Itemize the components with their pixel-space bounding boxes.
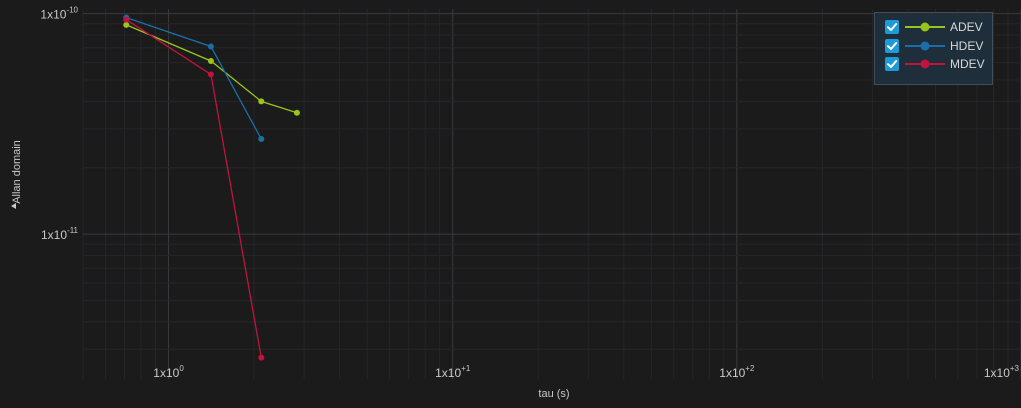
series-line: [125, 19, 262, 358]
series-layer: [123, 14, 300, 361]
tick-label: 1x10-11: [41, 226, 79, 242]
data-point[interactable]: [258, 135, 265, 142]
data-point[interactable]: [207, 57, 214, 64]
data-point[interactable]: [293, 109, 300, 116]
data-point[interactable]: [207, 71, 214, 78]
tick-label: 1x100: [153, 364, 184, 380]
series-hdev: [123, 14, 265, 142]
legend-label: ADEV: [950, 20, 983, 35]
x-axis-title: tau (s): [538, 388, 569, 400]
data-point[interactable]: [123, 16, 130, 23]
series-line: [126, 24, 298, 114]
legend: ADEV HDEV MDEV: [874, 12, 993, 85]
tick-label: 1x10-10: [40, 6, 78, 22]
legend-item-mdev[interactable]: MDEV: [885, 55, 992, 74]
tick-label: 1x10+2: [719, 364, 755, 380]
legend-label: HDEV: [950, 38, 984, 53]
series-line: [126, 16, 262, 140]
allan-deviation-chart: 1x100 1x10+1 1x10+2 1x10+3 1x10-10 1x10-11 ta…: [0, 0, 1021, 408]
line-marker-icon: [905, 22, 945, 32]
tick-label: 1x10+1: [435, 364, 471, 380]
series-mdev: [123, 16, 265, 361]
line-marker-icon: [905, 41, 945, 51]
data-point[interactable]: [258, 354, 265, 361]
plot-area: 1x100 1x10+1 1x10+2 1x10+3 1x10-10 1x10-11 ta…: [11, 6, 1021, 400]
tick-label: 1x10+3: [984, 364, 1020, 380]
line-marker-icon: [905, 59, 945, 69]
legend-item-adev[interactable]: ADEV: [885, 18, 992, 37]
checkbox-checked-icon[interactable]: [885, 20, 899, 35]
y-axis-title[interactable]: Allan domain: [11, 140, 23, 204]
data-point[interactable]: [258, 98, 265, 105]
checkbox-checked-icon[interactable]: [885, 57, 899, 72]
checkbox-checked-icon[interactable]: [885, 38, 899, 53]
legend-item-hdev[interactable]: HDEV: [885, 37, 992, 56]
legend-label: MDEV: [950, 57, 985, 72]
data-point[interactable]: [207, 43, 214, 50]
data-point[interactable]: [123, 21, 130, 28]
